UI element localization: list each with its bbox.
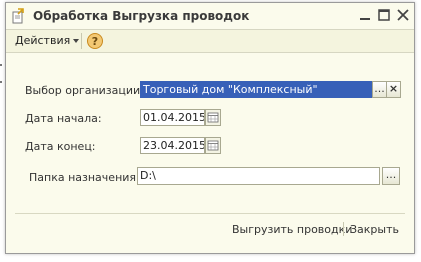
edge-mark (0, 64, 2, 66)
organization-select-button[interactable]: ... (372, 81, 387, 98)
start-date-field[interactable]: 01.04.2015 (140, 109, 205, 126)
organization-label: Выбор организации: (25, 84, 144, 97)
calendar-icon[interactable] (205, 137, 221, 154)
chevron-down-icon (73, 39, 80, 43)
start-date-label: Дата начала: (25, 112, 102, 125)
footer-divider (15, 213, 405, 214)
toolbar-separator (81, 33, 82, 49)
edge-mark (0, 81, 2, 83)
dialog-window: Обработка Выгрузка проводок Действия ? В… (5, 2, 415, 254)
document-arrow-icon (12, 8, 24, 24)
question-circle-icon[interactable]: ? (86, 32, 104, 50)
minimize-icon[interactable] (358, 8, 372, 22)
folder-label: Папка назначения: (29, 171, 140, 184)
actions-menu[interactable]: Действия (12, 33, 82, 49)
organization-field[interactable]: Торговый дом "Комплексный" (140, 81, 373, 98)
svg-text:?: ? (92, 35, 98, 48)
folder-browse-button[interactable]: ... (382, 167, 400, 185)
maximize-icon[interactable] (377, 8, 391, 22)
organization-clear-button[interactable]: × (386, 81, 401, 98)
calendar-icon[interactable] (205, 109, 221, 126)
close-button[interactable]: Закрыть (350, 223, 399, 236)
end-date-label: Дата конец: (25, 140, 96, 153)
actions-menu-label: Действия (15, 34, 71, 47)
title-bar: Обработка Выгрузка проводок (6, 3, 414, 29)
export-button[interactable]: Выгрузить проводки (232, 223, 352, 236)
footer-separator (343, 222, 344, 236)
command-bar: Действия ? (6, 29, 414, 53)
window-title: Обработка Выгрузка проводок (33, 9, 250, 23)
folder-field[interactable]: D:\ (137, 167, 380, 185)
close-icon[interactable] (396, 8, 410, 22)
end-date-field[interactable]: 23.04.2015 (140, 137, 205, 154)
